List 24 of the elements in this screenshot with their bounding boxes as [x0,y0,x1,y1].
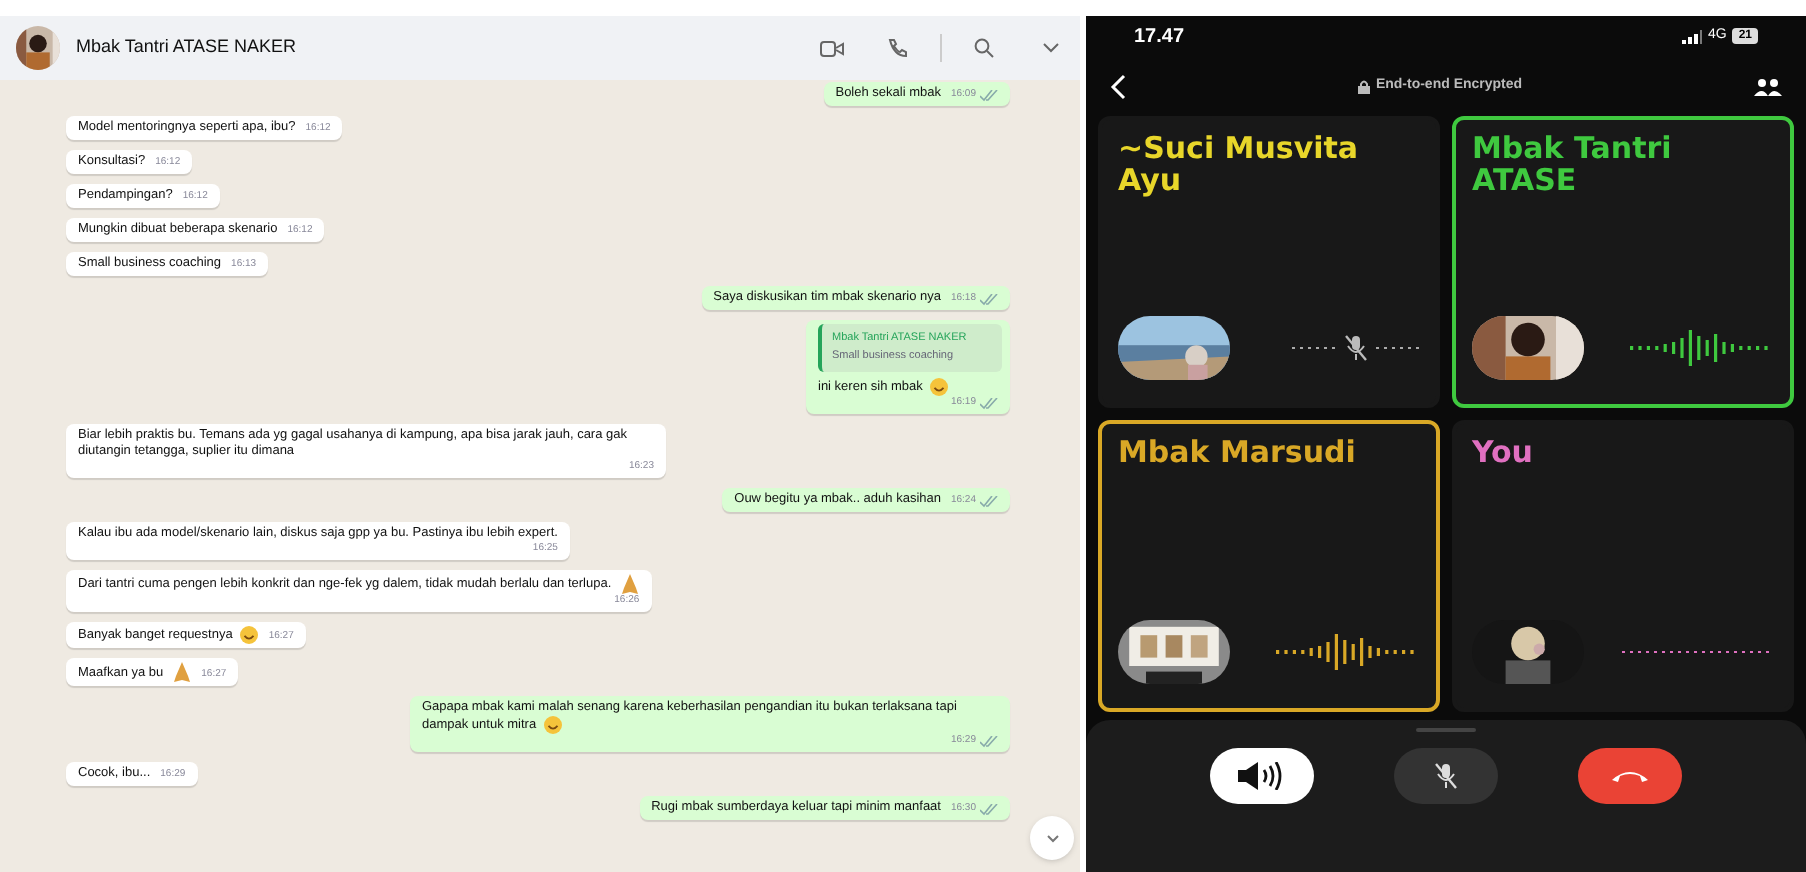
dotted-line-drawing [1292,346,1336,350]
participant-name: Mbak Tantri ATASE [1472,132,1674,196]
chevron-down-icon[interactable] [1042,42,1060,54]
mute-button[interactable] [1394,748,1498,804]
participant-name: Mbak Marsudi [1118,436,1358,468]
video-call-icon[interactable] [820,39,844,57]
chevron-down-icon [1045,833,1059,843]
back-icon[interactable] [1110,73,1126,99]
participants-icon[interactable] [1754,77,1782,95]
search-icon[interactable] [974,38,994,58]
contact-name[interactable]: Mbak Tantri ATASE NAKER [76,34,804,62]
participant-name: ~Suci Musvita Ayu [1118,132,1361,196]
signal-icon [1681,29,1702,43]
hang-up-icon [1610,768,1650,784]
status-time: 17.47 [1134,23,1185,51]
participant-name: You [1472,436,1535,468]
lock-icon [1357,79,1370,93]
drag-handle[interactable] [1416,728,1476,732]
muted-mic-icon [1434,762,1458,790]
phone-icon[interactable] [888,38,908,58]
speaker-button[interactable] [1210,748,1314,804]
end-call-button[interactable] [1578,748,1682,804]
contact-avatar[interactable] [16,26,60,70]
dotted-line-drawing [1376,346,1420,350]
